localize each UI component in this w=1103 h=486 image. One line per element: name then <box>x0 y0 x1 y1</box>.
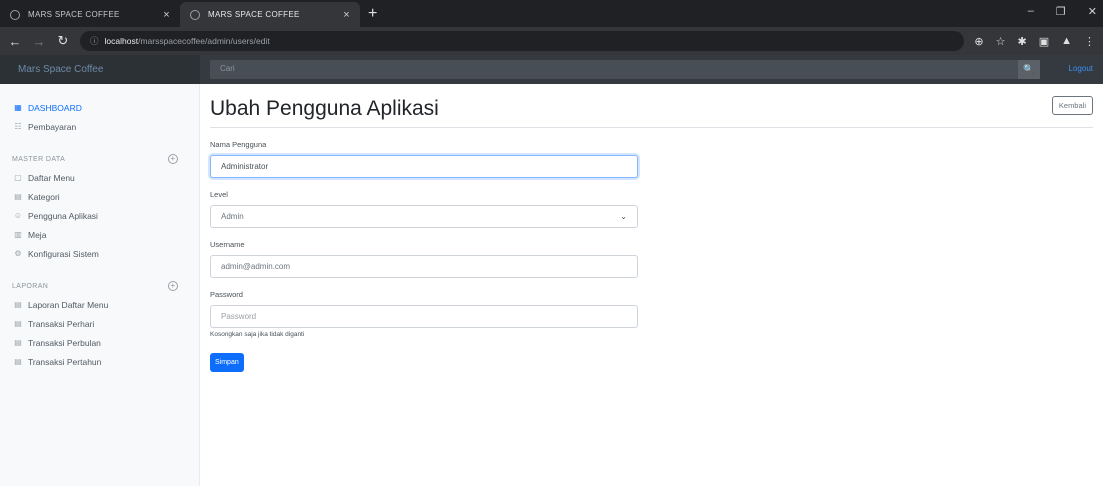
edit-user-form: Nama Pengguna Administrator Level Admin … <box>210 140 638 372</box>
tab-close-icon[interactable]: × <box>343 9 350 21</box>
info-icon: ⓘ <box>90 36 99 46</box>
form-group-username: Username admin@admin.com <box>210 240 638 278</box>
tab-title: MARS SPACE COFFEE <box>28 10 120 19</box>
name-field[interactable]: Administrator <box>210 155 638 178</box>
report-icon: ▤ <box>14 319 22 328</box>
sidebar-item-label: Transaksi Pertahun <box>28 356 102 367</box>
url-path: /marsspacecoffee/admin/users/edit <box>138 36 270 46</box>
save-button[interactable]: Simpan <box>210 353 244 372</box>
sidebar-item-konfigurasi-sistem[interactable]: ⚙ Konfigurasi Sistem <box>0 244 199 263</box>
page-title: Ubah Pengguna Aplikasi <box>210 96 439 120</box>
sidebar-item-dashboard[interactable]: ▦ DASHBOARD <box>0 98 199 117</box>
table-icon: ▥ <box>14 230 22 239</box>
logout-link[interactable]: Logout <box>1069 64 1093 73</box>
back-arrow-icon[interactable]: ← <box>8 34 22 49</box>
list-icon: ▤ <box>14 192 22 201</box>
forward-arrow-icon[interactable]: → <box>32 34 46 49</box>
form-group-password: Password Password Kosongkan saja jika ti… <box>210 290 638 338</box>
browser-tab-bar: MARS SPACE COFFEE × MARS SPACE COFFEE × … <box>0 0 1103 27</box>
plus-circle-icon[interactable]: + <box>168 281 178 291</box>
sidebar-heading-master-data: MASTER DATA + <box>0 150 199 168</box>
sidebar-item-pembayaran[interactable]: ☷ Pembayaran <box>0 117 199 136</box>
dashboard-icon: ▦ <box>14 103 22 112</box>
sidebar-heading-laporan: LAPORAN + <box>0 277 199 295</box>
favicon-icon <box>10 9 20 20</box>
close-window-icon[interactable]: ✕ <box>1088 5 1097 18</box>
extensions-icon[interactable]: ✱ <box>1017 35 1026 48</box>
password-label: Password <box>210 290 243 299</box>
sidebar-item-transaksi-perbulan[interactable]: ▤ Transaksi Perbulan <box>0 333 199 352</box>
level-label: Level <box>210 190 228 199</box>
search-input[interactable]: Cari <box>210 60 1030 79</box>
form-group-level: Level Admin ⌄ <box>210 190 638 228</box>
sidebar-item-label: Pembayaran <box>28 121 77 132</box>
extension-icons: ⊕ ☆ ✱ ▣ ▲ ⋮ <box>974 35 1095 48</box>
sidebar-item-label: Meja <box>28 229 47 240</box>
level-selected-value: Admin <box>221 212 244 221</box>
name-label: Nama Pengguna <box>210 140 267 149</box>
level-select[interactable]: Admin ⌄ <box>210 205 638 228</box>
browser-tab-2[interactable]: MARS SPACE COFFEE × <box>180 2 360 27</box>
sidebar: ▦ DASHBOARD ☷ Pembayaran MASTER DATA + ▢… <box>0 84 200 486</box>
sidebar-item-pengguna-aplikasi[interactable]: ☺ Pengguna Aplikasi <box>0 206 199 225</box>
brand-logo[interactable]: Mars Space Coffee <box>0 55 200 84</box>
plus-circle-icon[interactable]: + <box>168 154 178 164</box>
chevron-down-icon: ⌄ <box>620 212 627 221</box>
sidebar-toggle-icon[interactable]: ▣ <box>1039 35 1049 48</box>
browser-address-bar: ← → ↻ ⓘ localhost /marsspacecoffee/admin… <box>0 27 1103 55</box>
payment-icon: ☷ <box>14 122 22 131</box>
reload-icon[interactable]: ↻ <box>56 33 70 49</box>
sidebar-item-transaksi-pertahun[interactable]: ▤ Transaksi Pertahun <box>0 352 199 371</box>
app-navbar: Mars Space Coffee Cari 🔍 Logout <box>0 55 1103 84</box>
sidebar-item-label: Daftar Menu <box>28 172 75 183</box>
tab-close-icon[interactable]: × <box>163 9 170 21</box>
profile-icon[interactable]: ▲ <box>1061 35 1072 48</box>
report-icon: ▤ <box>14 357 22 366</box>
sidebar-heading-label: MASTER DATA <box>12 155 66 163</box>
sidebar-item-label: Transaksi Perbulan <box>28 337 101 348</box>
gear-icon: ⚙ <box>14 249 22 258</box>
new-tab-icon[interactable]: + <box>368 5 377 23</box>
username-label: Username <box>210 240 245 249</box>
form-group-name: Nama Pengguna Administrator <box>210 140 638 178</box>
sidebar-item-label: Laporan Daftar Menu <box>28 299 109 310</box>
sidebar-item-label: Transaksi Perhari <box>28 318 95 329</box>
username-field[interactable]: admin@admin.com <box>210 255 638 278</box>
password-field[interactable]: Password <box>210 305 638 328</box>
search-icon[interactable]: 🔍 <box>1018 60 1040 79</box>
url-input[interactable]: ⓘ localhost /marsspacecoffee/admin/users… <box>80 31 965 51</box>
star-icon[interactable]: ☆ <box>996 35 1006 48</box>
sidebar-heading-label: LAPORAN <box>12 282 49 290</box>
file-icon: ▢ <box>14 173 22 182</box>
sidebar-item-meja[interactable]: ▥ Meja <box>0 225 199 244</box>
favicon-icon <box>190 9 200 20</box>
sidebar-item-label: DASHBOARD <box>28 102 82 113</box>
minimize-icon[interactable]: – <box>1028 5 1034 18</box>
restore-icon[interactable]: ❐ <box>1056 5 1066 18</box>
zoom-icon[interactable]: ⊕ <box>974 35 983 48</box>
url-host: localhost <box>104 36 139 46</box>
browser-tab-1[interactable]: MARS SPACE COFFEE × <box>0 2 180 27</box>
tab-title: MARS SPACE COFFEE <box>208 10 300 19</box>
sidebar-item-label: Konfigurasi Sistem <box>28 248 99 259</box>
sidebar-item-label: Pengguna Aplikasi <box>28 210 98 221</box>
menu-icon[interactable]: ⋮ <box>1084 35 1095 48</box>
sidebar-item-daftar-menu[interactable]: ▢ Daftar Menu <box>0 168 199 187</box>
back-button[interactable]: Kembali <box>1051 96 1093 115</box>
sidebar-item-label: Kategori <box>28 191 60 202</box>
page-header: Ubah Pengguna Aplikasi Kembali <box>210 84 1093 128</box>
report-icon: ▤ <box>14 300 22 309</box>
sidebar-item-transaksi-perhari[interactable]: ▤ Transaksi Perhari <box>0 314 199 333</box>
main-content: Ubah Pengguna Aplikasi Kembali Nama Peng… <box>210 84 1093 372</box>
window-controls: – ❐ ✕ <box>1028 5 1097 18</box>
sidebar-item-laporan-daftar-menu[interactable]: ▤ Laporan Daftar Menu <box>0 295 199 314</box>
users-icon: ☺ <box>13 211 23 220</box>
sidebar-item-kategori[interactable]: ▤ Kategori <box>0 187 199 206</box>
report-icon: ▤ <box>14 338 22 347</box>
password-help-text: Kosongkan saja jika tidak diganti <box>210 331 305 338</box>
